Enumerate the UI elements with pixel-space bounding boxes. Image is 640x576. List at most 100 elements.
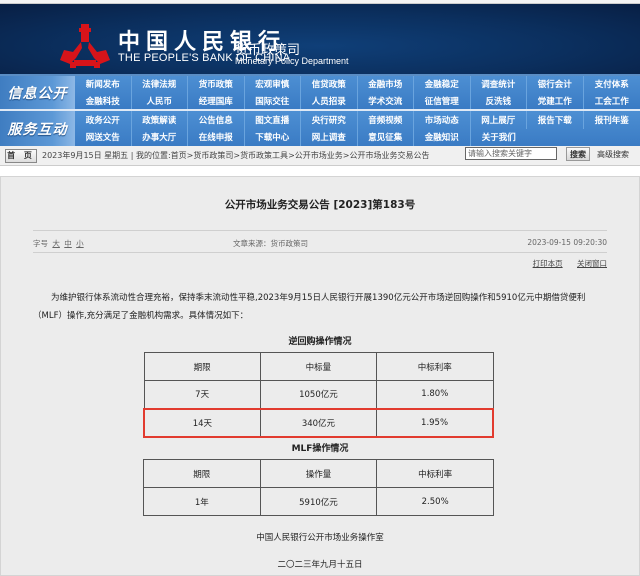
article-meta: 字号 大 中 小 文章来源：货币政策司 2023-09-15 09:20:30 (33, 230, 607, 253)
breadcrumb-tools[interactable]: 货币政策工具 (240, 150, 288, 161)
breadcrumb-omo[interactable]: 公开市场业务 (295, 150, 343, 161)
nav-row: 金融科技 人民币 经理国库 国际交往 人员招录 学术交流 征信管理 反洗钱 党建… (75, 93, 640, 110)
nav-item[interactable]: 关于我们 (471, 129, 528, 147)
table-cell: 7天 (144, 381, 260, 409)
pboc-logo-icon (60, 24, 110, 68)
font-size-large[interactable]: 大 (52, 239, 60, 248)
home-button[interactable]: 首 页 (5, 149, 37, 163)
nav-item[interactable]: 音频视频 (358, 111, 415, 129)
table-cell: 5910亿元 (260, 488, 377, 516)
reverse-repo-title: 逆回购操作情况 (1, 334, 639, 347)
nav-item[interactable]: 下载中心 (245, 129, 302, 147)
nav-item[interactable]: 法律法规 (132, 76, 189, 93)
mlf-title: MLF操作情况 (1, 441, 639, 454)
nav-item[interactable]: 人民币 (132, 93, 189, 110)
font-size-label: 字号 (33, 239, 48, 248)
nav-row: 政务公开 政策解读 公告信息 图文直播 央行研究 音频视频 市场动态 网上展厅 … (75, 111, 640, 129)
table-row: 7天 1050亿元 1.80% (144, 381, 493, 409)
nav-item[interactable]: 支付体系 (584, 76, 640, 93)
header-cell: 中标利率 (377, 353, 493, 381)
nav-item[interactable]: 工会工作 (584, 93, 640, 110)
search-button[interactable]: 搜索 (566, 147, 590, 161)
table-header-row: 期限 中标量 中标利率 (144, 353, 493, 381)
nav-item[interactable]: 党建工作 (527, 93, 584, 110)
nav-item[interactable]: 政务公开 (75, 111, 132, 129)
nav-item[interactable]: 网上展厅 (471, 111, 528, 129)
nav-item[interactable]: 人员招录 (301, 93, 358, 110)
nav-item[interactable]: 意见征集 (358, 129, 415, 147)
nav-item[interactable]: 市场动态 (414, 111, 471, 129)
print-link[interactable]: 打印本页 (533, 259, 563, 268)
breadcrumb-dept[interactable]: 货币政策司 (193, 150, 233, 161)
nav-item[interactable]: 宏观审慎 (245, 76, 302, 93)
nav-item[interactable]: 网送文告 (75, 129, 132, 147)
advanced-search-link[interactable]: 高级搜索 (597, 149, 629, 160)
table-cell: 14天 (144, 409, 260, 437)
article-title: 公开市场业务交易公告 [2023]第183号 (1, 197, 639, 212)
close-window-link[interactable]: 关闭窗口 (577, 259, 607, 268)
nav-group-info: 信息公开 新闻发布 法律法规 货币政策 宏观审慎 信贷政策 金融市场 金融稳定 … (0, 76, 640, 111)
nav-row: 网送文告 办事大厅 在线申报 下载中心 网上调查 意见征集 金融知识 关于我们 (75, 129, 640, 147)
breadcrumb-separator: > (187, 151, 194, 160)
font-size-medium[interactable]: 中 (64, 239, 72, 248)
table-cell: 1.80% (377, 381, 493, 409)
breadcrumb-current[interactable]: 公开市场业务交易公告 (349, 150, 429, 161)
nav-group-label: 信息公开 (0, 76, 75, 109)
nav-item[interactable]: 办事大厅 (132, 129, 189, 147)
breadcrumb-separator: > (343, 151, 350, 160)
nav-item[interactable]: 网上调查 (301, 129, 358, 147)
nav-item[interactable]: 新闻发布 (75, 76, 132, 93)
nav-group-service: 服务互动 政务公开 政策解读 公告信息 图文直播 央行研究 音频视频 市场动态 … (0, 111, 640, 146)
table-cell: 1年 (144, 488, 261, 516)
nav-item[interactable]: 国际交往 (245, 93, 302, 110)
table-cell: 340亿元 (260, 409, 376, 437)
nav-item[interactable]: 经理国库 (188, 93, 245, 110)
nav-item[interactable]: 调查统计 (471, 76, 528, 93)
article-timestamp: 2023-09-15 09:20:30 (527, 238, 607, 247)
mlf-table: 期限 操作量 中标利率 1年 5910亿元 2.50% (143, 459, 494, 516)
table-cell: 1.95% (377, 409, 493, 437)
nav-item[interactable]: 央行研究 (301, 111, 358, 129)
divider: | (128, 151, 136, 160)
nav-item[interactable]: 学术交流 (358, 93, 415, 110)
nav-item[interactable]: 图文直播 (245, 111, 302, 129)
nav-item[interactable]: 公告信息 (188, 111, 245, 129)
nav-item[interactable]: 货币政策 (188, 76, 245, 93)
header-cell: 中标利率 (377, 460, 494, 488)
nav-item[interactable]: 金融市场 (358, 76, 415, 93)
header-cell: 操作量 (260, 460, 377, 488)
nav-item[interactable]: 在线申报 (188, 129, 245, 147)
table-cell: 2.50% (377, 488, 494, 516)
nav-item[interactable]: 信贷政策 (301, 76, 358, 93)
article-paragraph: 为维护银行体系流动性合理充裕，保持季末流动性平稳,2023年9月15日人民银行开… (33, 289, 607, 325)
site-banner: 中国人民银行 THE PEOPLE'S BANK OF CHINA 货币政策司 … (0, 4, 640, 76)
font-size-small[interactable]: 小 (76, 239, 84, 248)
location-prefix: 我的位置: (136, 150, 171, 161)
nav-item[interactable]: 报告下载 (527, 111, 584, 129)
article-actions: 打印本页 关闭窗口 (521, 258, 607, 269)
breadcrumb-separator: > (233, 151, 240, 160)
breadcrumb-home[interactable]: 首页 (171, 150, 187, 161)
table-cell: 1050亿元 (260, 381, 376, 409)
nav-item[interactable]: 政策解读 (132, 111, 189, 129)
reverse-repo-table: 期限 中标量 中标利率 7天 1050亿元 1.80% 14天 340亿元 1.… (143, 352, 494, 438)
table-row-highlighted: 14天 340亿元 1.95% (144, 409, 493, 437)
nav-item[interactable]: 银行会计 (527, 76, 584, 93)
search-input[interactable]: 请输入搜索关键字 (465, 147, 557, 160)
nav-item[interactable]: 金融科技 (75, 93, 132, 110)
font-size-control: 字号 大 中 小 (33, 238, 84, 249)
main-navigation: 信息公开 新闻发布 法律法规 货币政策 宏观审慎 信贷政策 金融市场 金融稳定 … (0, 76, 640, 146)
nav-item[interactable]: 金融稳定 (414, 76, 471, 93)
breadcrumb-separator: > (288, 151, 295, 160)
department-name-en: Monetary Policy Department (235, 56, 349, 66)
current-date: 2023年9月15日 星期五 (42, 150, 128, 161)
header-cell: 中标量 (260, 353, 376, 381)
nav-item[interactable]: 反洗钱 (471, 93, 528, 110)
table-row: 1年 5910亿元 2.50% (144, 488, 494, 516)
nav-item[interactable]: 金融知识 (414, 129, 471, 147)
table-header-row: 期限 操作量 中标利率 (144, 460, 494, 488)
nav-item[interactable]: 报刊年鉴 (584, 111, 640, 129)
article-source: 文章来源：货币政策司 (233, 238, 308, 249)
nav-item[interactable]: 征信管理 (414, 93, 471, 110)
article-container: 公开市场业务交易公告 [2023]第183号 字号 大 中 小 文章来源：货币政… (0, 176, 640, 576)
